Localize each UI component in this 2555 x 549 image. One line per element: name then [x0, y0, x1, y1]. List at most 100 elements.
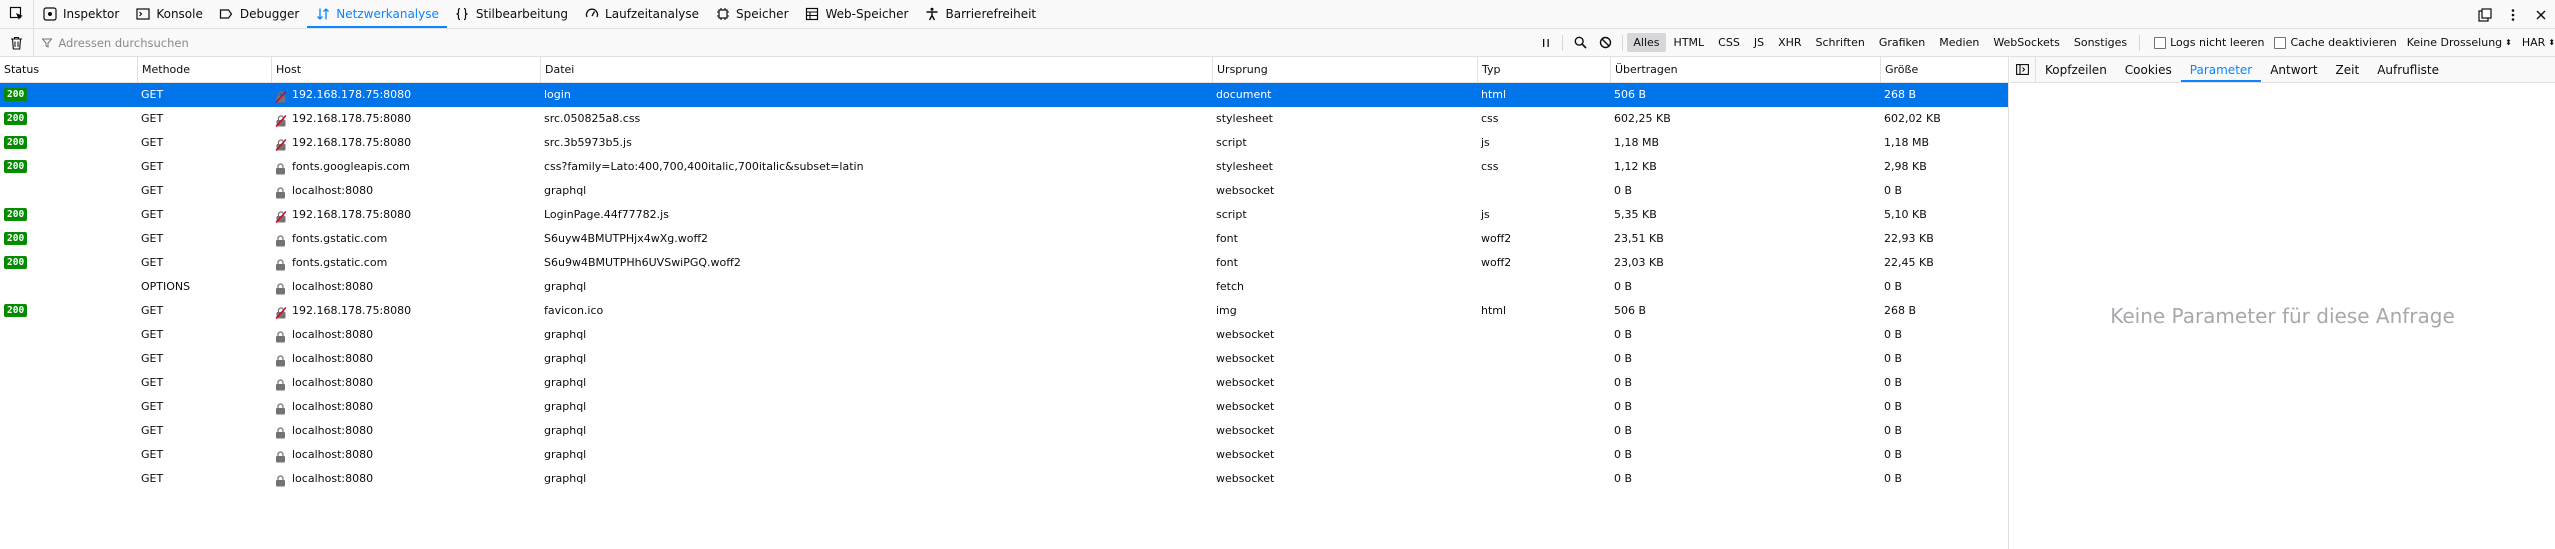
filter-type-websockets[interactable]: WebSockets: [1987, 33, 2066, 52]
type-cell: html: [1481, 88, 1507, 101]
toggle-panel-button[interactable]: [2010, 57, 2036, 82]
persist-logs-checkbox[interactable]: Logs nicht leeren: [2154, 36, 2264, 49]
file-cell: src.050825a8.css: [544, 112, 641, 125]
tab-speicher[interactable]: Speicher: [707, 0, 796, 28]
tab-laufzeitanalyse[interactable]: Laufzeitanalyse: [576, 0, 707, 28]
details-tab-antwort[interactable]: Antwort: [2261, 57, 2326, 82]
table-row[interactable]: 200 GET 192.168.178.75:8080 login document ht…: [0, 83, 2008, 107]
file-cell: css?family=Lato:400,700,400italic,700ita…: [544, 160, 864, 173]
details-tab-kopfzeilen[interactable]: Kopfzeilen: [2036, 57, 2116, 82]
table-row[interactable]: 200 GET 192.168.178.75:8080 src.050825a8.cs…: [0, 107, 2008, 131]
details-tab-parameter[interactable]: Parameter: [2180, 57, 2262, 82]
column-header-file[interactable]: Datei: [540, 57, 1212, 83]
throttling-select[interactable]: Keine Drosselung ⬍: [2407, 36, 2512, 49]
tab-web-speicher[interactable]: Web-Speicher: [797, 0, 917, 28]
disable-cache-checkbox[interactable]: Cache deaktivieren: [2274, 36, 2397, 49]
url-filter[interactable]: Adressen durchsuchen: [33, 28, 1533, 57]
filter-type-xhr[interactable]: XHR: [1772, 33, 1807, 52]
table-row[interactable]: GET localhost:8080 graphql websocket 0 B 0 B: [0, 419, 2008, 443]
column-header-size[interactable]: Größe: [1880, 57, 2009, 83]
filter-type-alles[interactable]: Alles: [1627, 33, 1666, 52]
tab-barrierefreiheit[interactable]: Barrierefreiheit: [916, 0, 1044, 28]
details-tab-cookies[interactable]: Cookies: [2116, 57, 2181, 82]
tab-konsole[interactable]: Konsole: [127, 0, 211, 28]
table-row[interactable]: 200 GET fonts.gstatic.com S6u9w4BMUTPHh6UVS…: [0, 251, 2008, 275]
table-row[interactable]: GET localhost:8080 graphql websocket 0 B 0 B: [0, 443, 2008, 467]
column-header-transferred[interactable]: Übertragen: [1610, 57, 1880, 83]
filter-type-js[interactable]: JS: [1748, 33, 1770, 52]
filter-type-schriften[interactable]: Schriften: [1810, 33, 1871, 52]
table-row[interactable]: GET localhost:8080 graphql websocket 0 B 0 B: [0, 323, 2008, 347]
status-cell: 200: [0, 107, 137, 131]
transferred-cell: 0 B: [1614, 376, 1633, 389]
filter-icon: [42, 38, 53, 48]
search-button[interactable]: [1567, 29, 1592, 57]
details-tab-aufrufliste[interactable]: Aufrufliste: [2368, 57, 2448, 82]
host-text: localhost:8080: [292, 352, 374, 365]
tab-debugger[interactable]: Debugger: [211, 0, 307, 28]
column-header-method[interactable]: Methode: [137, 57, 271, 83]
host-cell: fonts.gstatic.com: [271, 227, 540, 251]
table-row[interactable]: 200 GET 192.168.178.75:8080 favicon.ico img h…: [0, 299, 2008, 323]
status-cell: [0, 443, 137, 467]
table-row[interactable]: GET localhost:8080 graphql websocket 0 B 0 B: [0, 371, 2008, 395]
toolbar-right: [2471, 0, 2555, 29]
clear-requests-button[interactable]: [0, 29, 33, 57]
url-filter-placeholder: Adressen durchsuchen: [58, 35, 189, 50]
transferred-cell: 0 B: [1614, 280, 1633, 293]
cause-cell: font: [1216, 232, 1238, 245]
method-cell: GET: [141, 448, 164, 461]
tab-inspektor[interactable]: Inspektor: [34, 0, 127, 28]
status-cell: [0, 323, 137, 347]
transferred-cell: 506 B: [1614, 88, 1647, 101]
type-cell: [1477, 347, 1610, 371]
table-row[interactable]: GET localhost:8080 graphql websocket 0 B 0 B: [0, 395, 2008, 419]
filter-type-medien[interactable]: Medien: [1933, 33, 1985, 52]
table-row[interactable]: 200 GET fonts.gstatic.com S6uyw4BMUTPHjx4wX…: [0, 227, 2008, 251]
method-cell: GET: [141, 208, 164, 221]
transferred-cell: 1,18 MB: [1614, 136, 1660, 149]
checkbox-box[interactable]: [2274, 36, 2287, 49]
table-row[interactable]: GET localhost:8080 graphql websocket 0 B 0 B: [0, 179, 2008, 203]
lock-icon: [275, 160, 287, 175]
method-cell: GET: [141, 184, 164, 197]
filter-type-html[interactable]: HTML: [1668, 33, 1711, 52]
block-requests-button[interactable]: [1593, 29, 1618, 57]
transferred-cell: 0 B: [1614, 400, 1633, 413]
host-cell: localhost:8080: [271, 179, 540, 203]
checkbox-box[interactable]: [2154, 36, 2167, 49]
table-row[interactable]: 200 GET 192.168.178.75:8080 LoginPage.44f77…: [0, 203, 2008, 227]
column-header-type[interactable]: Typ: [1477, 57, 1610, 83]
filter-type-sonstiges[interactable]: Sonstiges: [2068, 33, 2133, 52]
table-row[interactable]: GET localhost:8080 graphql websocket 0 B 0 B: [0, 347, 2008, 371]
host-text: 192.168.178.75:8080: [292, 112, 412, 125]
insecure-lock-icon: [275, 208, 287, 223]
filter-type-grafiken[interactable]: Grafiken: [1873, 33, 1931, 52]
filter-type-css[interactable]: CSS: [1712, 33, 1746, 52]
har-menu-button[interactable]: HAR ⬍: [2522, 36, 2555, 49]
tab-label: Web-Speicher: [825, 7, 909, 21]
tool-tabs: Inspektor Konsole Debugger Netzwerkanalyse S…: [34, 0, 1044, 28]
host-cell: 192.168.178.75:8080: [271, 107, 540, 131]
host-cell: 192.168.178.75:8080: [271, 299, 540, 323]
element-picker-button[interactable]: [0, 0, 34, 28]
column-header-status[interactable]: Status: [0, 57, 137, 83]
close-devtools-button[interactable]: [2527, 1, 2555, 29]
tab-netzwerkanalyse[interactable]: Netzwerkanalyse: [307, 0, 447, 28]
column-header-host[interactable]: Host: [271, 57, 540, 83]
dock-button[interactable]: [2471, 1, 2499, 29]
type-cell: [1477, 443, 1610, 467]
table-row[interactable]: 200 GET fonts.googleapis.com css?family=Lat…: [0, 155, 2008, 179]
size-cell: 0 B: [1884, 184, 1903, 197]
method-cell: GET: [141, 160, 164, 173]
status-cell: [0, 275, 137, 299]
tab-stilbearbeitung[interactable]: Stilbearbeitung: [447, 0, 576, 28]
pause-recording-button[interactable]: [1533, 29, 1558, 57]
details-tab-zeit[interactable]: Zeit: [2327, 57, 2369, 82]
table-row[interactable]: GET localhost:8080 graphql websocket 0 B 0 B: [0, 467, 2008, 491]
more-options-button[interactable]: [2499, 1, 2527, 29]
column-header-cause[interactable]: Ursprung: [1212, 57, 1477, 83]
tab-label: Barrierefreiheit: [945, 7, 1037, 21]
table-row[interactable]: 200 GET 192.168.178.75:8080 src.3b5973b5.js…: [0, 131, 2008, 155]
table-row[interactable]: OPTIONS localhost:8080 graphql fetch 0 B 0 B: [0, 275, 2008, 299]
